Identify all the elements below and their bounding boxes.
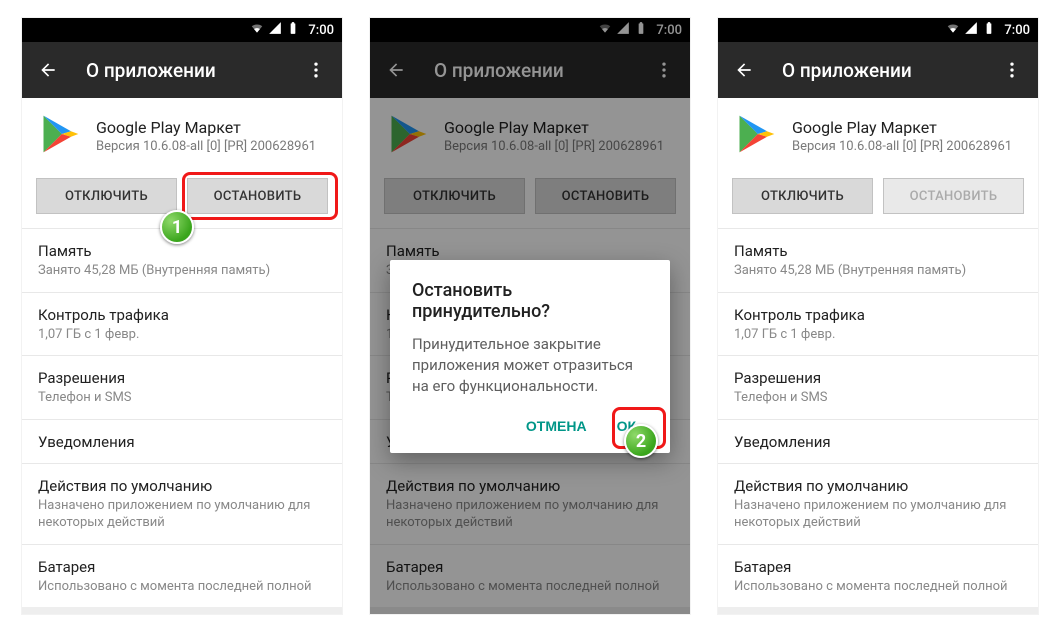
row-memory[interactable]: Память Занято 45,28 МБ (Внутренняя памят… [718, 228, 1038, 292]
app-header: Google Play Маркет Версия 10.6.08-all [0… [718, 98, 1038, 172]
screen-1: 7:00 О приложении Google Play Маркет Вер… [22, 18, 342, 614]
row-title: Контроль трафика [38, 306, 326, 324]
statusbar: 7:00 [22, 18, 342, 42]
back-icon[interactable] [38, 60, 58, 80]
app-name: Google Play Маркет [792, 118, 1012, 137]
row-sub: 1,07 ГБ с 1 февр. [734, 326, 1022, 344]
signal-icon [964, 21, 978, 39]
row-sub: Назначено приложением по умолчанию для н… [734, 497, 1022, 532]
row-sub: Телефон и SMS [734, 389, 1022, 407]
dialog-cancel-button[interactable]: ОТМЕНА [514, 409, 599, 443]
row-battery[interactable]: Батарея Использовано с момента последней… [718, 544, 1038, 608]
clock-text: 7:00 [308, 23, 334, 38]
battery-icon [286, 21, 300, 39]
row-title: Память [38, 242, 326, 260]
row-title: Уведомления [734, 433, 1022, 451]
row-defaults[interactable]: Действия по умолчанию Назначено приложен… [718, 463, 1038, 544]
screen-2: 7:00 О приложении Google Play Маркет Вер… [370, 18, 690, 614]
step-badge-2: 2 [624, 424, 658, 458]
page-title: О приложении [782, 59, 974, 82]
wifi-icon [250, 21, 264, 39]
row-title: Действия по умолчанию [38, 477, 326, 495]
row-data-usage[interactable]: Контроль трафика 1,07 ГБ с 1 февр. [22, 292, 342, 356]
force-stop-button: ОСТАНОВИТЬ [883, 178, 1024, 214]
statusbar: 7:00 [718, 18, 1038, 42]
row-battery[interactable]: Батарея Использовано с момента последней… [22, 544, 342, 608]
row-permissions[interactable]: Разрешения Телефон и SMS [718, 355, 1038, 419]
app-version: Версия 10.6.08-all [0] [PR] 200628961 [792, 139, 1012, 154]
row-notifications[interactable]: Уведомления [22, 419, 342, 463]
row-notifications[interactable]: Уведомления [718, 419, 1038, 463]
row-sub: Использовано с момента последней полной [38, 578, 326, 596]
row-defaults[interactable]: Действия по умолчанию Назначено приложен… [22, 463, 342, 544]
row-permissions[interactable]: Разрешения Телефон и SMS [22, 355, 342, 419]
button-row: ОТКЛЮЧИТЬ ОСТАНОВИТЬ [718, 172, 1038, 228]
app-name: Google Play Маркет [96, 118, 316, 137]
overflow-icon[interactable] [306, 60, 326, 80]
actionbar: О приложении [22, 42, 342, 98]
row-title: Контроль трафика [734, 306, 1022, 324]
row-sub: 1,07 ГБ с 1 февр. [38, 326, 326, 344]
row-title: Память [734, 242, 1022, 260]
row-sub: Занято 45,28 МБ (Внутренняя память) [734, 262, 1022, 280]
row-sub: Телефон и SMS [38, 389, 326, 407]
app-version: Версия 10.6.08-all [0] [PR] 200628961 [96, 139, 316, 154]
play-store-icon [38, 112, 82, 160]
row-title: Батарея [38, 558, 326, 576]
clock-text: 7:00 [1004, 23, 1030, 38]
row-sub: Использовано с момента последней полной [734, 578, 1022, 596]
overflow-icon[interactable] [1002, 60, 1022, 80]
disable-button[interactable]: ОТКЛЮЧИТЬ [732, 178, 873, 214]
play-store-icon [734, 112, 778, 160]
battery-icon [982, 21, 996, 39]
page-title: О приложении [86, 59, 278, 82]
row-title: Уведомления [38, 433, 326, 451]
screen-3: 7:00 О приложении Google Play Маркет Вер… [718, 18, 1038, 614]
step-badge-1: 1 [160, 210, 194, 244]
actionbar: О приложении [718, 42, 1038, 98]
row-data-usage[interactable]: Контроль трафика 1,07 ГБ с 1 февр. [718, 292, 1038, 356]
row-title: Разрешения [734, 369, 1022, 387]
row-title: Батарея [734, 558, 1022, 576]
disable-button[interactable]: ОТКЛЮЧИТЬ [36, 178, 177, 214]
row-sub: Назначено приложением по умолчанию для н… [38, 497, 326, 532]
dialog-title: Остановить принудительно? [412, 280, 648, 322]
dialog-body: Принудительное закрытие приложения может… [412, 334, 648, 397]
wifi-icon [946, 21, 960, 39]
app-header: Google Play Маркет Версия 10.6.08-all [0… [22, 98, 342, 172]
row-title: Действия по умолчанию [734, 477, 1022, 495]
back-icon[interactable] [734, 60, 754, 80]
force-stop-button[interactable]: ОСТАНОВИТЬ [187, 178, 328, 214]
force-stop-dialog: Остановить принудительно? Принудительное… [390, 260, 670, 453]
row-sub: Занято 45,28 МБ (Внутренняя память) [38, 262, 326, 280]
row-title: Разрешения [38, 369, 326, 387]
signal-icon [268, 21, 282, 39]
